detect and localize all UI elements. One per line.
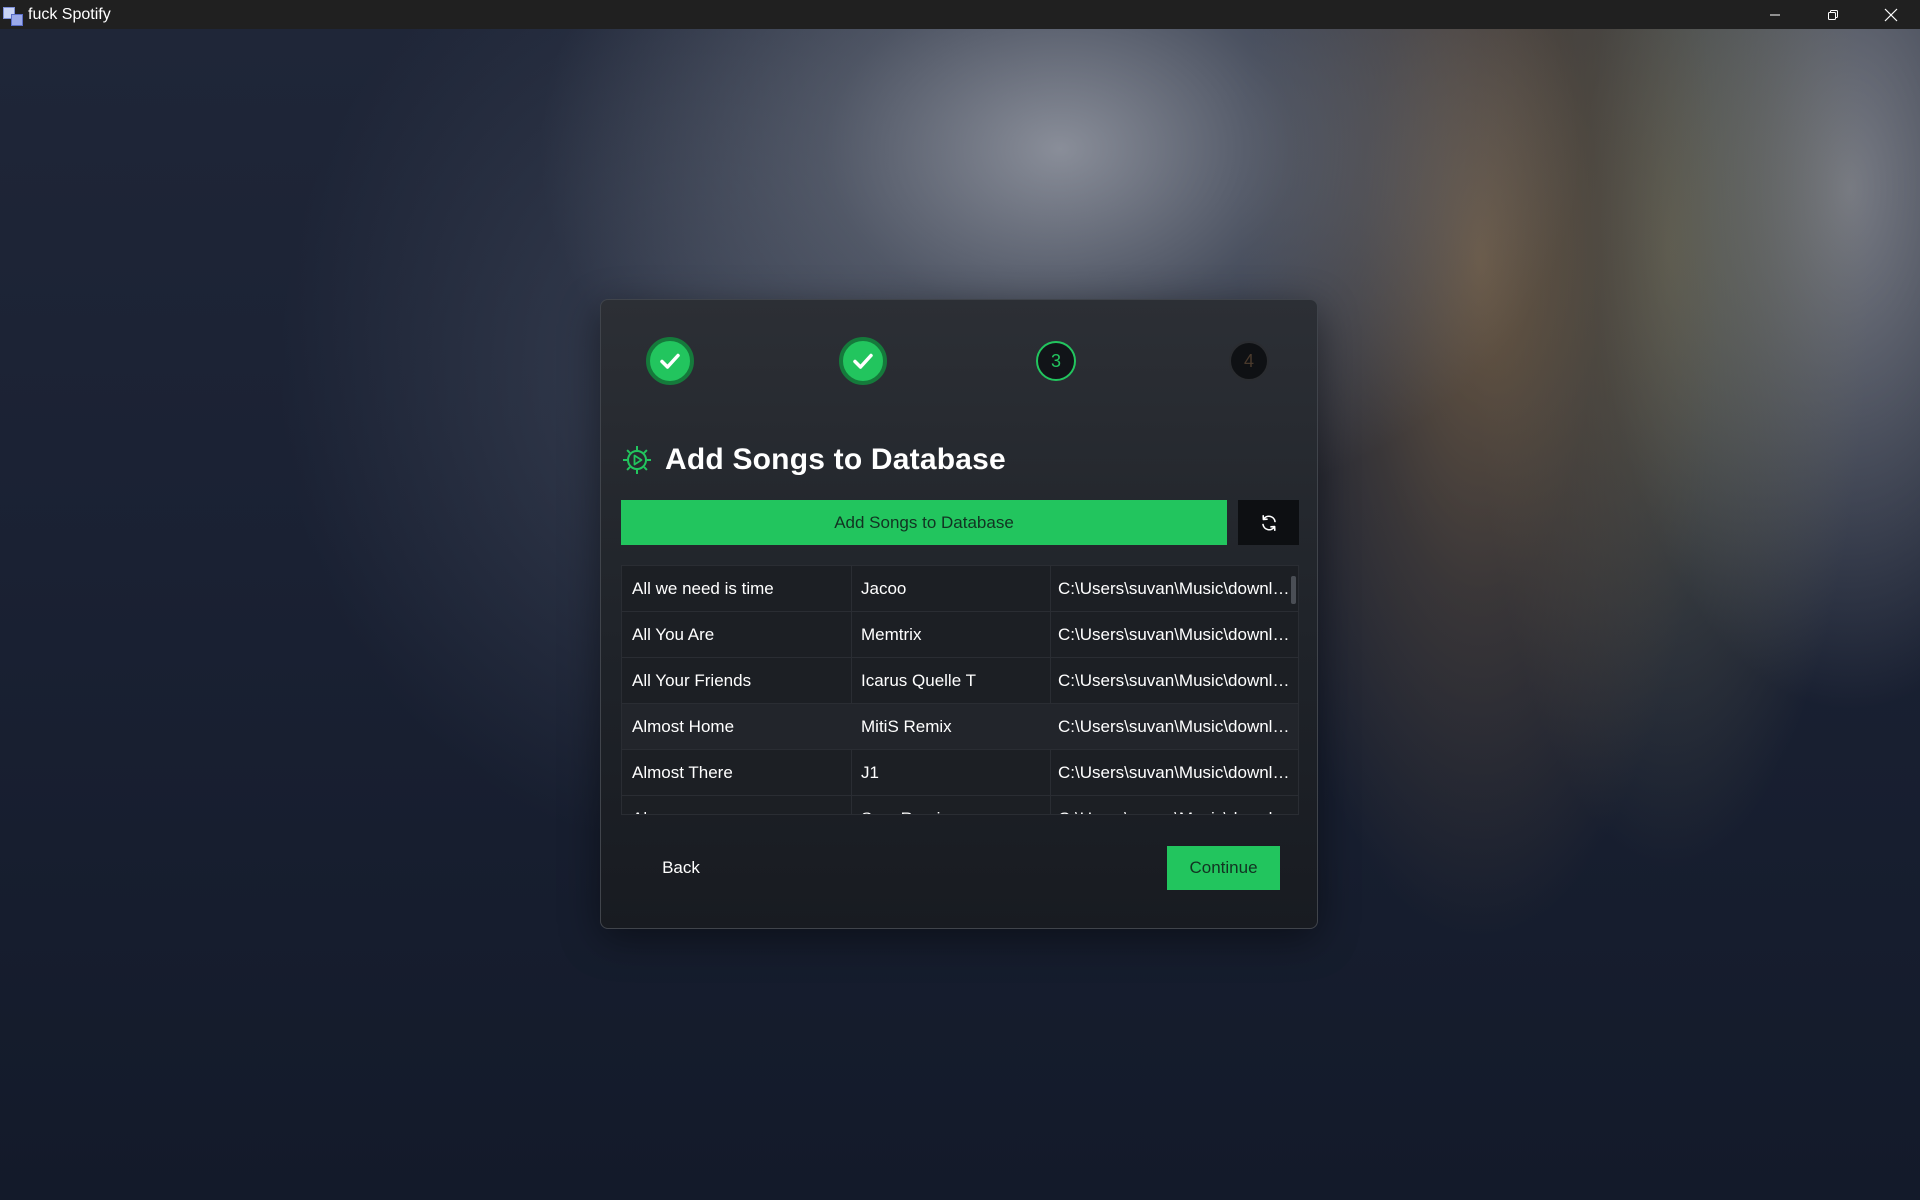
refresh-icon — [1261, 514, 1276, 531]
restore-icon — [1828, 9, 1838, 20]
table-row[interactable]: All You Are Memtrix C:\Users\suvan\Music… — [622, 612, 1298, 658]
check-icon — [660, 353, 680, 369]
song-path: C:\Users\suvan\Music\downloads — [1058, 763, 1290, 782]
check-icon — [853, 353, 873, 369]
table-row[interactable]: All Your Friends Icarus Quelle T C:\User… — [622, 658, 1298, 704]
song-title: Almost There — [632, 763, 733, 782]
app-icon — [2, 4, 24, 26]
song-title: All Your Friends — [632, 671, 752, 690]
add-songs-button[interactable]: Add Songs to Database — [621, 500, 1227, 545]
song-table[interactable]: All we need is time Jacoo C:\Users\suvan… — [621, 565, 1299, 815]
song-title: All we need is time — [632, 579, 774, 598]
close-icon — [1884, 8, 1898, 21]
table-row[interactable]: Almost There J1 C:\Users\suvan\Music\dow… — [622, 750, 1298, 796]
song-path: C:\Users\suvan\Music\downloads — [1058, 579, 1290, 598]
window-title: fuck Spotify — [28, 6, 111, 23]
song-artist: Sam Remix — [861, 796, 1051, 814]
setup-dialog: 3 4 Add Songs to Database Add Songs to D… — [600, 299, 1318, 929]
song-artist: Icarus Quelle T — [861, 671, 976, 690]
step-2-complete — [839, 337, 887, 385]
song-path: C:\Users\suvan\Music\downloads — [1058, 625, 1290, 644]
refresh-button[interactable] — [1238, 500, 1299, 545]
song-artist: MitiS Remix — [861, 717, 952, 736]
window-controls — [1746, 0, 1920, 29]
song-title: Almost Home — [632, 717, 735, 736]
song-artist: J1 — [861, 763, 879, 782]
stepper: 3 4 — [601, 300, 1317, 420]
back-button[interactable]: Back — [641, 846, 721, 890]
song-path: C:\Users\suvan\Music\downloads — [1058, 717, 1290, 736]
table-row[interactable]: Alone Sam Remix C:\Users\suvan\Music\dow… — [622, 796, 1298, 814]
dialog-header: Add Songs to Database — [621, 440, 1006, 480]
restore-button[interactable] — [1804, 0, 1862, 29]
song-path: C:\Users\suvan\Music\downloads — [1058, 796, 1290, 814]
song-artist: Jacoo — [861, 579, 907, 598]
table-scrollbar[interactable] — [1291, 576, 1296, 604]
gear-play-icon — [623, 446, 651, 474]
dialog-title: Add Songs to Database — [665, 443, 1006, 476]
window-titlebar: fuck Spotify — [0, 0, 1920, 29]
step-1-complete — [646, 337, 694, 385]
song-artist: Memtrix — [861, 625, 922, 644]
table-row[interactable]: All we need is time Jacoo C:\Users\suvan… — [622, 566, 1298, 612]
step-4-pending: 4 — [1229, 341, 1269, 381]
step-3-active: 3 — [1036, 341, 1076, 381]
table-row[interactable]: Almost Home MitiS Remix C:\Users\suvan\M… — [622, 704, 1298, 750]
minimize-button[interactable] — [1746, 0, 1804, 29]
song-path: C:\Users\suvan\Music\downloads — [1058, 671, 1290, 690]
song-title: Alone — [632, 796, 852, 814]
minimize-icon — [1770, 14, 1780, 15]
close-button[interactable] — [1862, 0, 1920, 29]
song-title: All You Are — [632, 625, 715, 644]
continue-button[interactable]: Continue — [1167, 846, 1280, 890]
